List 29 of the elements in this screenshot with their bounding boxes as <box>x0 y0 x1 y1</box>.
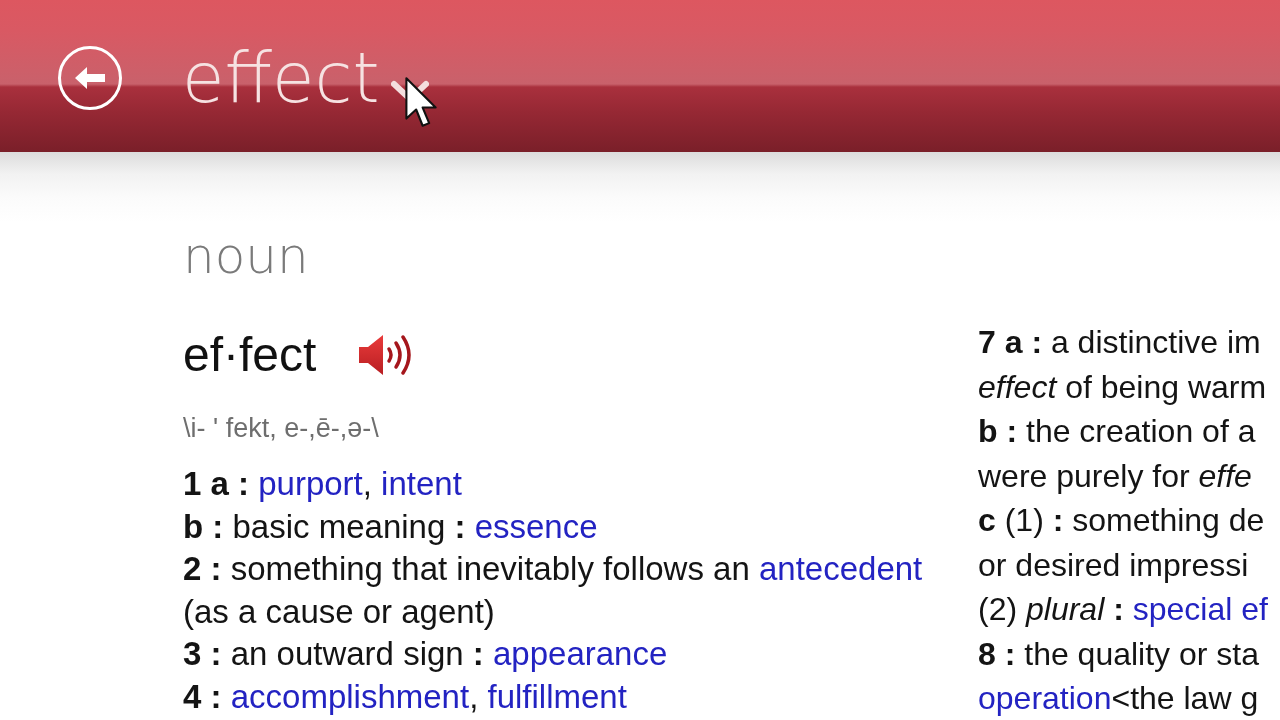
definition-link[interactable]: purport <box>258 465 363 502</box>
definition-text: 2 : something that inevitably follows an antecedent (as a cause or agent) <box>183 549 924 632</box>
definition-text: c (1) : something de <box>978 501 1266 540</box>
definition-text: 8 : the quality or sta <box>978 634 1261 674</box>
definition-text: were purely for effe <box>978 456 1253 496</box>
definition-link[interactable]: fulfillment <box>487 677 627 715</box>
pronunciation: \i- ' fekt, e-,ē-,ə-\ <box>183 413 379 443</box>
definition-text: (2) plural : special ef <box>978 590 1269 629</box>
arrow-left-icon <box>75 67 105 89</box>
definition-text: 7 a : a distinctive im <box>978 323 1262 362</box>
definition-text: operation<the law g <box>978 679 1260 718</box>
definition-link[interactable]: operation <box>978 680 1112 716</box>
definition-text: b : basic meaning : essence <box>183 506 599 547</box>
definition-text: 1 a : purport, intent <box>183 464 463 504</box>
definition-link[interactable]: accomplishment <box>230 677 470 715</box>
definition-text: 4 : accomplishment, fulfillment <box>183 676 628 717</box>
definition-link[interactable]: essence <box>474 507 598 545</box>
definition-link[interactable]: appearance <box>493 635 668 672</box>
headword: ef·fect <box>183 327 317 383</box>
definition-text: 3 : an outward sign : appearance <box>183 634 669 674</box>
part-of-speech: noun <box>183 231 309 281</box>
definition-text: or desired impressi <box>978 545 1250 585</box>
definition-text: b : the creation of a <box>978 412 1257 451</box>
definition-link[interactable]: special ef <box>1132 591 1268 627</box>
definition-link[interactable]: intent <box>381 465 462 502</box>
definition-link[interactable]: antecedent <box>759 550 923 587</box>
back-button[interactable] <box>58 46 122 110</box>
mouse-pointer-icon <box>405 77 439 129</box>
definition-text: effect of being warm <box>978 367 1268 407</box>
